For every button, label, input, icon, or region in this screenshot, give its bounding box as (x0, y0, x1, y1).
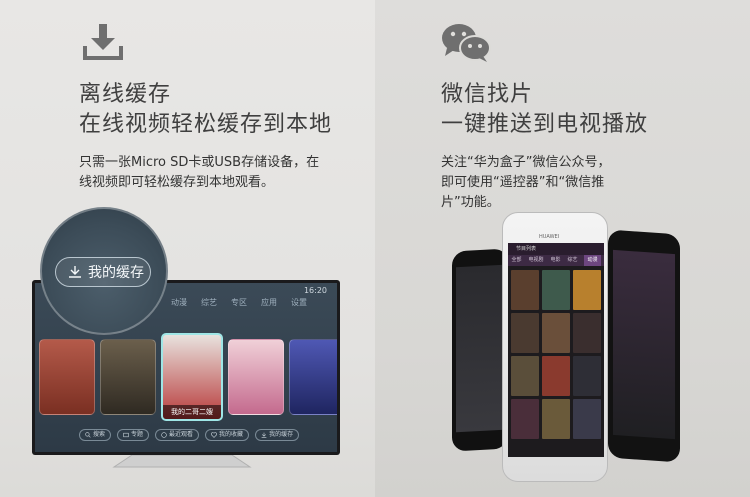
tv-tab-zone[interactable]: 专区 (231, 297, 247, 308)
tv-poster-row: 我的二哥二嫂 (39, 333, 337, 421)
phone-poster[interactable] (573, 270, 601, 310)
phone-tab-all[interactable]: 全部 (511, 255, 521, 266)
phone-poster[interactable] (542, 399, 570, 439)
phone-poster[interactable] (542, 356, 570, 396)
my-cache-label: 我的缓存 (88, 265, 144, 281)
desc-line-2: 线视频即可轻松缓存到本地观看。 (79, 175, 275, 190)
phone-poster[interactable] (573, 356, 601, 396)
download-icon (69, 266, 81, 278)
offline-cache-description: 只需一张Micro SD卡或USB存储设备，在 线视频即可轻松缓存到本地观看。 (79, 153, 359, 193)
phone-poster[interactable] (542, 270, 570, 310)
tv-poster-card[interactable] (100, 339, 156, 415)
phone-poster[interactable] (511, 270, 539, 310)
phone-tab-variety[interactable]: 综艺 (567, 255, 577, 266)
tv-tab-settings[interactable]: 设置 (291, 297, 307, 308)
button-label: 专题 (131, 431, 144, 438)
phone-poster[interactable] (573, 399, 601, 439)
phone-poster[interactable] (573, 313, 601, 353)
tv-poster-card[interactable] (228, 339, 284, 415)
tv-tab-anime[interactable]: 动漫 (171, 297, 187, 308)
phone-brand: HUAWEI (539, 234, 560, 240)
desc-line-1: 只需一张Micro SD卡或USB存储设备，在 (79, 155, 320, 170)
wechat-description: 关注“华为盒子”微信公众号， 即可使用“遥控器”和“微信推 片”功能。 (441, 153, 651, 213)
magnifier-lens: 我的缓存 (40, 207, 168, 335)
tv-poster-card-featured[interactable]: 我的二哥二嫂 (161, 333, 223, 421)
my-cache-button[interactable]: 我的缓存 (55, 257, 151, 287)
phone-poster[interactable] (511, 356, 539, 396)
title-line-2: 一键推送到电视播放 (441, 112, 649, 137)
phone-remote-left (452, 248, 508, 452)
poster-screen (613, 249, 675, 440)
tv-poster-card[interactable] (39, 339, 95, 415)
phone-poster[interactable] (511, 313, 539, 353)
phone-poster-grid (508, 266, 604, 443)
download-icon (79, 22, 129, 64)
phone-poster[interactable] (542, 313, 570, 353)
phone-screen: 节目列表 全部 电视剧 电影 综艺 动漫 (508, 243, 604, 457)
heart-icon (211, 432, 218, 438)
phone-poster[interactable] (511, 399, 539, 439)
tv-bottom-bar: 搜索 专题 最近观看 我的收藏 我的缓存 (79, 429, 300, 441)
download-icon (261, 432, 267, 438)
title-line-1: 离线缓存 (79, 82, 172, 107)
desc-line-3: 片”功能。 (441, 195, 500, 210)
tv-stand (112, 455, 252, 468)
phone-tab-movie[interactable]: 电影 (550, 255, 560, 266)
remote-screen (456, 264, 504, 433)
offline-cache-title: 离线缓存 在线视频轻松缓存到本地 (79, 80, 332, 140)
desc-line-2: 即可使用“遥控器”和“微信推 (441, 175, 605, 190)
tv-topics-button[interactable]: 专题 (117, 429, 150, 441)
tv-tab-variety[interactable]: 综艺 (201, 297, 217, 308)
button-label: 搜索 (93, 431, 106, 438)
wechat-title: 微信找片 一键推送到电视播放 (441, 80, 648, 140)
wechat-icon (441, 22, 491, 64)
tv-tab-apps[interactable]: 应用 (261, 297, 277, 308)
button-label: 最近观看 (169, 431, 194, 438)
tv-cache-button[interactable]: 我的缓存 (255, 429, 300, 441)
phone-tab-anime[interactable]: 动漫 (584, 255, 601, 266)
search-icon (85, 432, 91, 438)
tv-poster-card[interactable] (289, 339, 337, 415)
button-label: 我的缓存 (269, 431, 294, 438)
tv-recent-button[interactable]: 最近观看 (155, 429, 200, 441)
button-label: 我的收藏 (219, 431, 244, 438)
featured-card-caption: 我的二哥二嫂 (163, 405, 221, 419)
tv-search-button[interactable]: 搜索 (79, 429, 112, 441)
tv-favorites-button[interactable]: 我的收藏 (205, 429, 250, 441)
phone-topbar: 节目列表 (508, 243, 604, 255)
desc-line-1: 关注“华为盒子”微信公众号， (441, 155, 611, 170)
phone-poster-right (608, 229, 680, 463)
title-line-1: 微信找片 (441, 82, 534, 107)
clock-icon (161, 432, 167, 438)
phone-program-list: HUAWEI 节目列表 全部 电视剧 电影 综艺 动漫 (502, 212, 608, 482)
tv-clock: 16:20 (303, 286, 327, 295)
phone-tabs: 全部 电视剧 电影 综艺 动漫 (508, 255, 604, 266)
tv-nav-tabs: 动漫 综艺 专区 应用 设置 (171, 297, 307, 308)
topic-icon (123, 432, 129, 438)
phone-tab-drama[interactable]: 电视剧 (528, 255, 543, 266)
title-line-2: 在线视频轻松缓存到本地 (79, 112, 333, 137)
